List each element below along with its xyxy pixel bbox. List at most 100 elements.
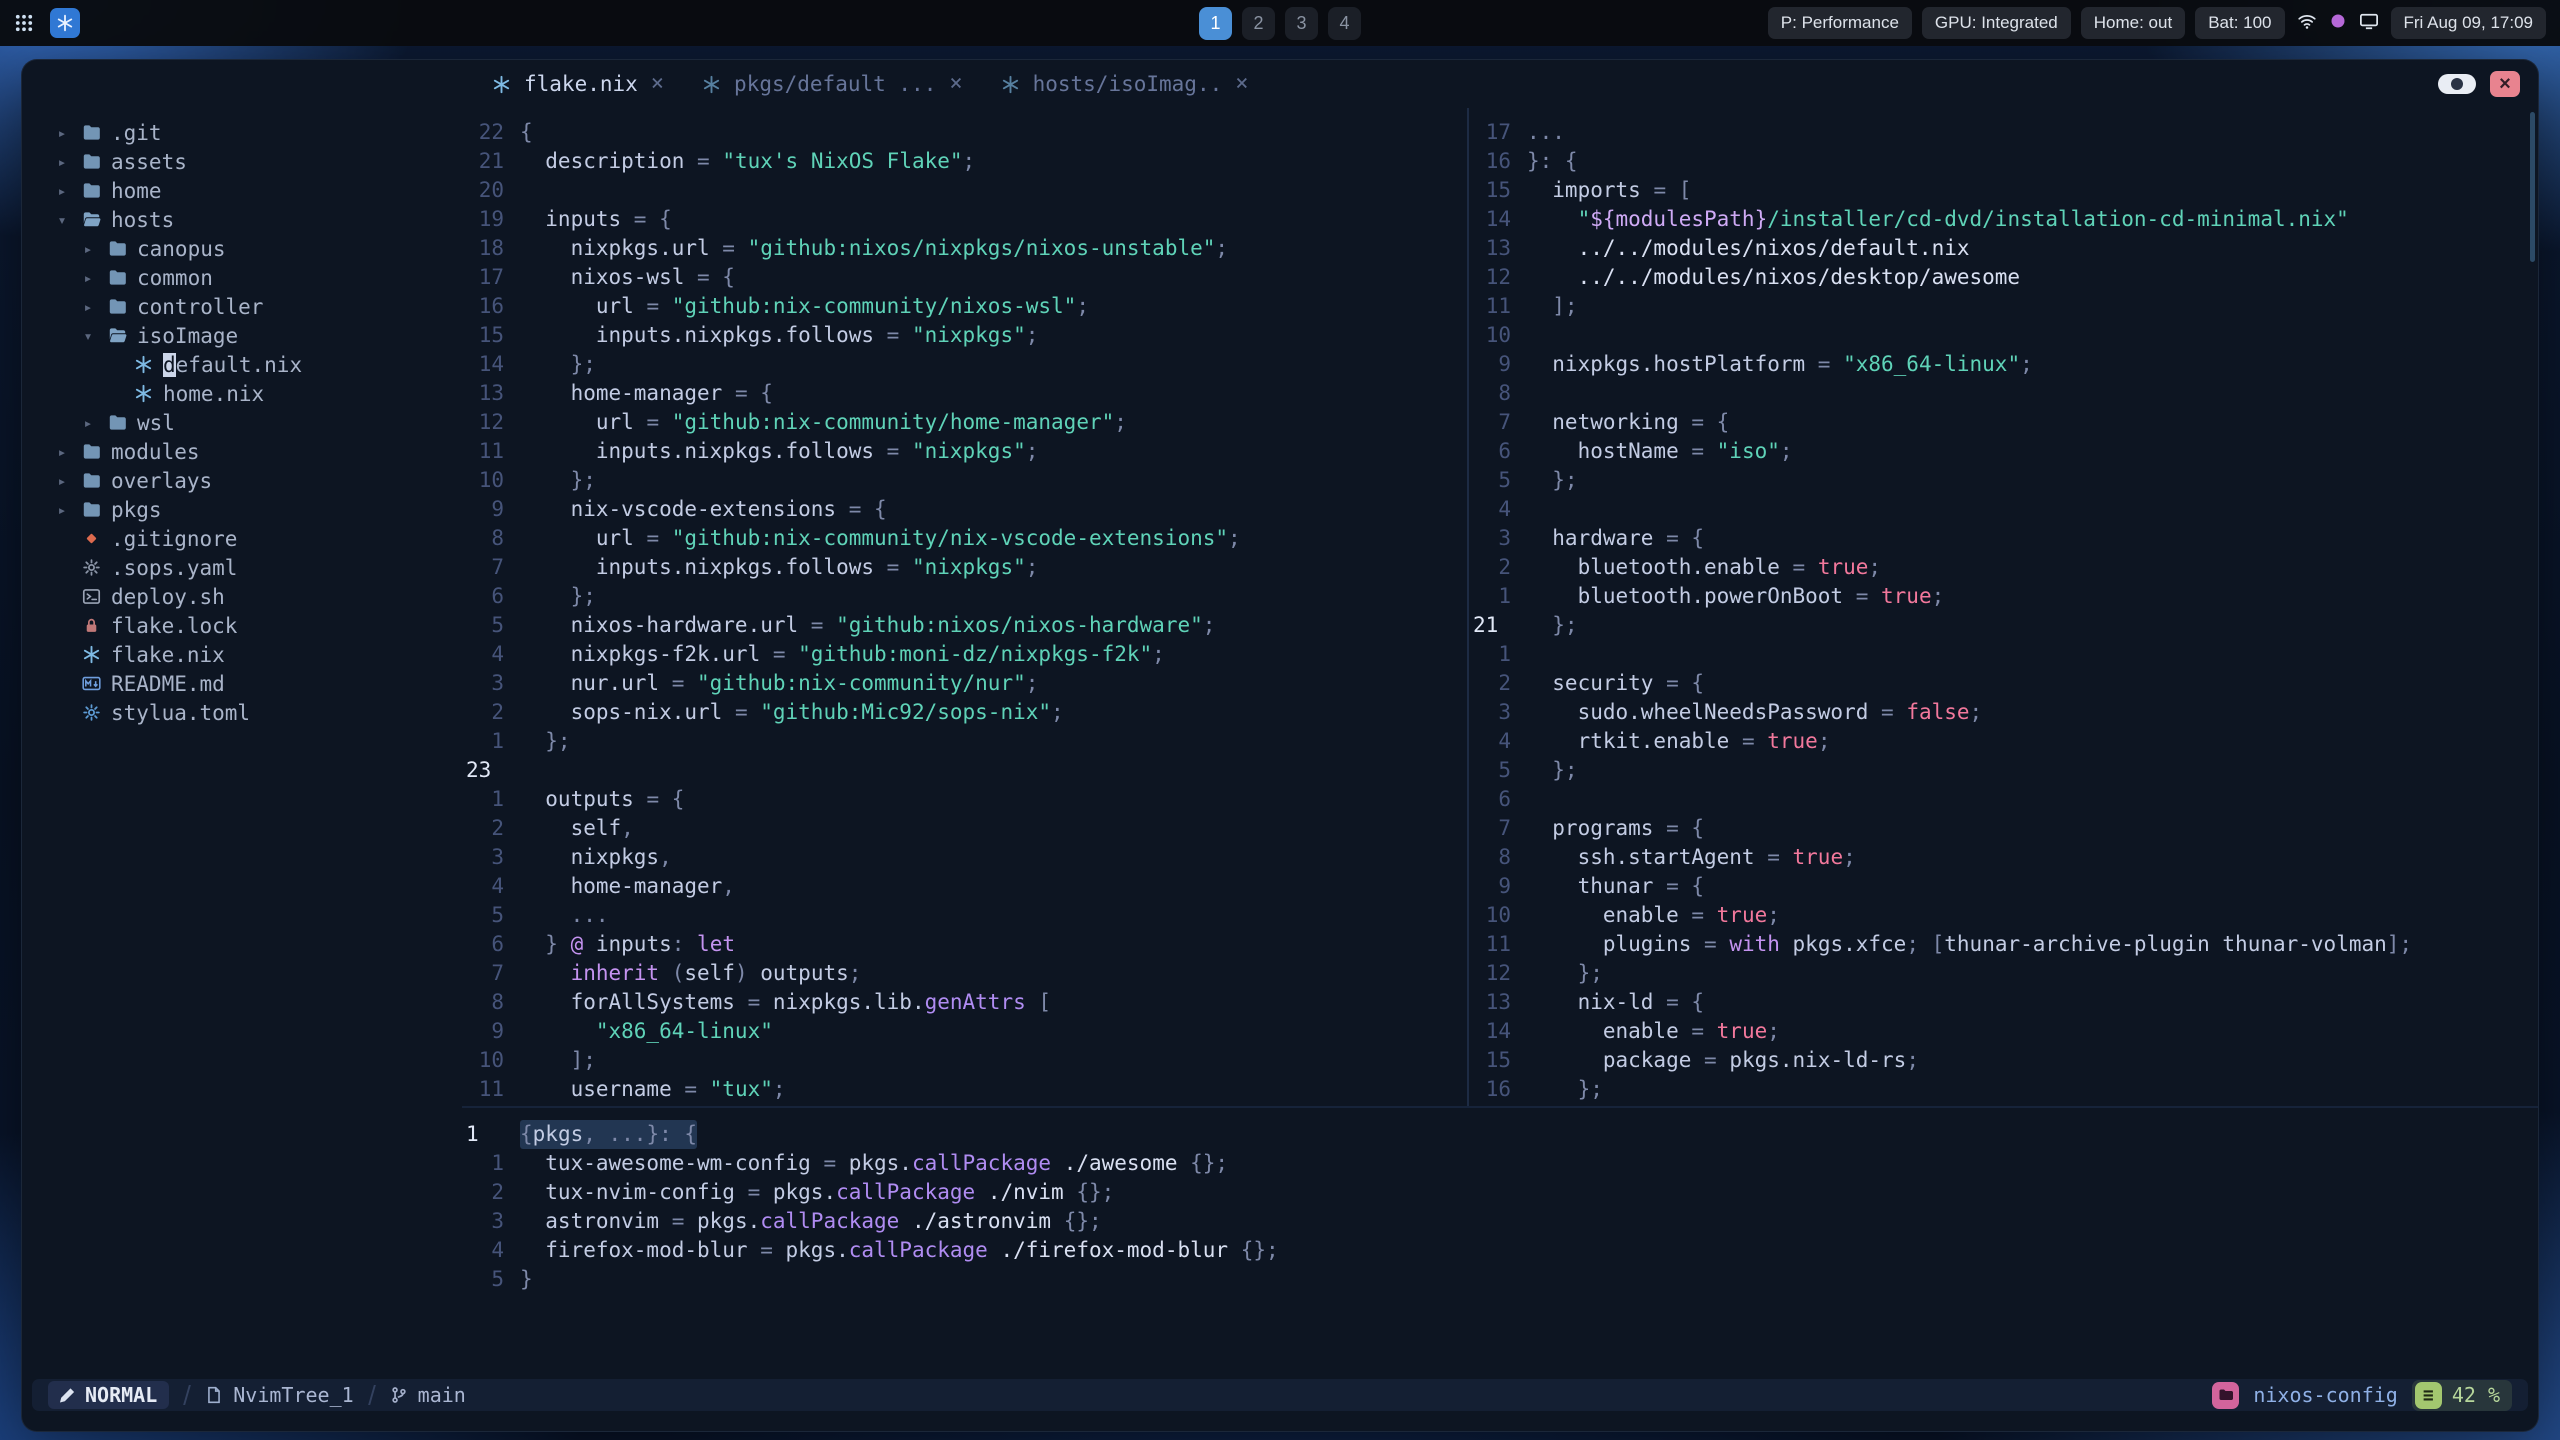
code-line[interactable]: 20 (462, 176, 1467, 205)
code-line[interactable]: 11 ]; (1469, 292, 2538, 321)
code-line[interactable]: 3 nur.url = "github:nix-community/nur"; (462, 669, 1467, 698)
code-line[interactable]: 6 hostName = "iso"; (1469, 437, 2538, 466)
code-line[interactable]: 4 home-manager, (462, 872, 1467, 901)
tree-item-overlays[interactable]: ▸ overlays (22, 466, 462, 495)
close-icon[interactable]: × (1235, 73, 1248, 95)
code-line[interactable]: 8 ssh.startAgent = true; (1469, 843, 2538, 872)
code-line[interactable]: 4 rtkit.enable = true; (1469, 727, 2538, 756)
launcher-logo-icon[interactable] (50, 8, 80, 38)
tree-item-modules[interactable]: ▸ modules (22, 437, 462, 466)
code-line[interactable]: 8 forAllSystems = nixpkgs.lib.genAttrs [ (462, 988, 1467, 1017)
code-line[interactable]: 4 nixpkgs-f2k.url = "github:moni-dz/nixp… (462, 640, 1467, 669)
code-line[interactable]: 4 (1469, 495, 2538, 524)
code-line[interactable]: 11 username = "tux"; (462, 1075, 1467, 1104)
wifi-icon[interactable] (2297, 11, 2317, 36)
window-close-button[interactable]: × (2490, 71, 2520, 97)
code-line[interactable]: 1 outputs = { (462, 785, 1467, 814)
code-line[interactable]: 2 tux-nvim-config = pkgs.callPackage ./n… (462, 1178, 2538, 1207)
close-icon[interactable]: × (651, 73, 664, 95)
code-line[interactable]: 16 url = "github:nix-community/nixos-wsl… (462, 292, 1467, 321)
code-line[interactable]: 1 tux-awesome-wm-config = pkgs.callPacka… (462, 1149, 2538, 1178)
code-line[interactable]: 3 nixpkgs, (462, 843, 1467, 872)
code-line[interactable]: 2 self, (462, 814, 1467, 843)
code-line[interactable]: 21 description = "tux's NixOS Flake"; (462, 147, 1467, 176)
code-line[interactable]: 12 ../../modules/nixos/desktop/awesome (1469, 263, 2538, 292)
code-line[interactable]: 15 inputs.nixpkgs.follows = "nixpkgs"; (462, 321, 1467, 350)
chevron-right-icon[interactable]: ▸ (74, 298, 102, 316)
tab-flake.nix[interactable]: flake.nix × (478, 68, 678, 100)
tree-item-.gitignore[interactable]: .gitignore (22, 524, 462, 553)
editor-pane-flake[interactable]: 22{21 description = "tux's NixOS Flake";… (462, 108, 1467, 1106)
code-line[interactable]: 21 }; (1469, 611, 2538, 640)
code-line[interactable]: 4 firefox-mod-blur = pkgs.callPackage ./… (462, 1236, 2538, 1265)
tree-item-.sops.yaml[interactable]: .sops.yaml (22, 553, 462, 582)
tree-item-isoimage[interactable]: ▾ isoImage (22, 321, 462, 350)
code-line[interactable]: 2 sops-nix.url = "github:Mic92/sops-nix"… (462, 698, 1467, 727)
workspace-1[interactable]: 1 (1199, 6, 1232, 40)
code-line[interactable]: 1 bluetooth.powerOnBoot = true; (1469, 582, 2538, 611)
editor-pane-pkgs[interactable]: 1 {pkgs, ...}: {1 tux-awesome-wm-config =… (462, 1108, 2538, 1379)
chevron-right-icon[interactable]: ▸ (74, 414, 102, 432)
code-line[interactable]: 9 thunar = { (1469, 872, 2538, 901)
code-line[interactable]: 1 }; (462, 727, 1467, 756)
color-indicator-icon[interactable] (2330, 13, 2346, 34)
tree-item-flake.lock[interactable]: flake.lock (22, 611, 462, 640)
code-line[interactable]: 7 networking = { (1469, 408, 2538, 437)
code-line[interactable]: 1 {pkgs, ...}: { (462, 1120, 2538, 1149)
code-line[interactable]: 7 programs = { (1469, 814, 2538, 843)
code-line[interactable]: 18 nixpkgs.url = "github:nixos/nixpkgs/n… (462, 234, 1467, 263)
code-line[interactable]: 3 astronvim = pkgs.callPackage ./astronv… (462, 1207, 2538, 1236)
tree-item-stylua.toml[interactable]: stylua.toml (22, 698, 462, 727)
code-line[interactable]: 5 }; (1469, 466, 2538, 495)
code-line[interactable]: 12 url = "github:nix-community/home-mana… (462, 408, 1467, 437)
code-line[interactable]: 5 ... (462, 901, 1467, 930)
code-line[interactable]: 3 sudo.wheelNeedsPassword = false; (1469, 698, 2538, 727)
code-line[interactable]: 12 }; (1469, 959, 2538, 988)
display-icon[interactable] (2359, 11, 2379, 36)
chevron-right-icon[interactable]: ▸ (74, 240, 102, 258)
code-line[interactable]: 16 }; (1469, 1075, 2538, 1104)
chevron-right-icon[interactable]: ▸ (48, 472, 76, 490)
code-line[interactable]: 14 enable = true; (1469, 1017, 2538, 1046)
code-line[interactable]: 10 }; (462, 466, 1467, 495)
tree-item-assets[interactable]: ▸ assets (22, 147, 462, 176)
code-line[interactable]: 5 nixos-hardware.url = "github:nixos/nix… (462, 611, 1467, 640)
tree-item-home[interactable]: ▸ home (22, 176, 462, 205)
tree-item-deploy.sh[interactable]: deploy.sh (22, 582, 462, 611)
code-line[interactable]: 16}: { (1469, 147, 2538, 176)
chevron-right-icon[interactable]: ▸ (48, 443, 76, 461)
chevron-down-icon[interactable]: ▾ (48, 211, 76, 229)
code-line[interactable]: 7 inherit (self) outputs; (462, 959, 1467, 988)
code-line[interactable]: 9 nix-vscode-extensions = { (462, 495, 1467, 524)
tree-item-hosts[interactable]: ▾ hosts (22, 205, 462, 234)
code-line[interactable]: 13 ../../modules/nixos/default.nix (1469, 234, 2538, 263)
close-icon[interactable]: × (949, 73, 962, 95)
tab-hosts-isoimag..[interactable]: hosts/isoImag.. × (987, 68, 1263, 100)
chevron-right-icon[interactable]: ▸ (48, 153, 76, 171)
tree-item-home.nix[interactable]: home.nix (22, 379, 462, 408)
code-line[interactable]: 8 url = "github:nix-community/nix-vscode… (462, 524, 1467, 553)
tree-item-wsl[interactable]: ▸ wsl (22, 408, 462, 437)
code-line[interactable]: 23 (462, 756, 1467, 785)
code-line[interactable]: 7 inputs.nixpkgs.follows = "nixpkgs"; (462, 553, 1467, 582)
code-line[interactable]: 8 (1469, 379, 2538, 408)
code-line[interactable]: 10 ]; (462, 1046, 1467, 1075)
workspace-3[interactable]: 3 (1285, 6, 1318, 40)
tree-item-canopus[interactable]: ▸ canopus (22, 234, 462, 263)
tab-pkgs-default-...[interactable]: pkgs/default ... × (688, 68, 977, 100)
code-line[interactable]: 17... (1469, 118, 2538, 147)
code-line[interactable]: 17 nixos-wsl = { (462, 263, 1467, 292)
code-line[interactable]: 6 (1469, 785, 2538, 814)
workspace-2[interactable]: 2 (1242, 6, 1275, 40)
tree-item-pkgs[interactable]: ▸ pkgs (22, 495, 462, 524)
tree-item-readme.md[interactable]: README.md (22, 669, 462, 698)
code-line[interactable]: 5} (462, 1265, 2538, 1294)
code-line[interactable]: 9 nixpkgs.hostPlatform = "x86_64-linux"; (1469, 350, 2538, 379)
chevron-right-icon[interactable]: ▸ (74, 269, 102, 287)
code-line[interactable]: 14 "${modulesPath}/installer/cd-dvd/inst… (1469, 205, 2538, 234)
tree-item-flake.nix[interactable]: flake.nix (22, 640, 462, 669)
code-line[interactable]: 5 }; (1469, 756, 2538, 785)
code-line[interactable]: 6 }; (462, 582, 1467, 611)
tree-item-controller[interactable]: ▸ controller (22, 292, 462, 321)
code-line[interactable]: 2 security = { (1469, 669, 2538, 698)
